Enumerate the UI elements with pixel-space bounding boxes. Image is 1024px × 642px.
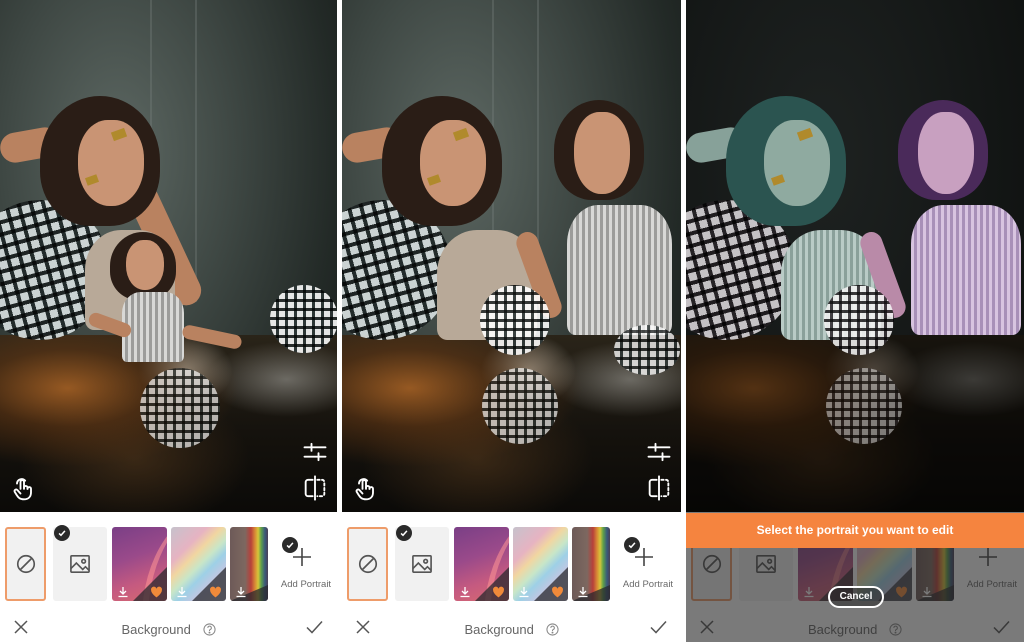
toolbar-title-group: Background — [342, 621, 681, 637]
toolbar-title-group: Background — [0, 621, 337, 637]
image-icon — [70, 555, 90, 573]
adjust-sliders-icon[interactable] — [645, 438, 673, 466]
check-badge-icon — [396, 525, 412, 541]
download-icon — [235, 585, 247, 598]
background-option-none[interactable] — [5, 527, 46, 601]
disco-ball — [480, 285, 550, 355]
select-portrait-banner: Select the portrait you want to edit — [686, 513, 1024, 548]
help-icon[interactable] — [202, 623, 216, 636]
heart-icon — [150, 585, 163, 598]
bottom-toolbar: Background — [0, 612, 337, 642]
compare-split-icon[interactable] — [645, 474, 673, 502]
plus-icon — [632, 545, 656, 569]
touch-gesture-icon[interactable] — [10, 476, 38, 504]
disco-ball — [824, 285, 894, 355]
prohibited-icon — [358, 554, 377, 574]
disco-ball-reflection — [826, 368, 902, 444]
help-icon[interactable] — [545, 623, 559, 636]
disco-ball — [270, 285, 337, 353]
photo-canvas[interactable] — [0, 0, 337, 512]
bottom-toolbar: Background — [342, 612, 681, 642]
panel-after: Add Portrait Background — [342, 0, 681, 642]
disco-ball-reflection — [482, 368, 558, 444]
photo-canvas[interactable] — [686, 0, 1024, 512]
background-option-pink-rainbow[interactable] — [112, 527, 167, 601]
toolbar-title: Background — [464, 622, 534, 638]
background-option-vivid-rainbow[interactable] — [230, 527, 268, 601]
background-option-pink-rainbow[interactable] — [454, 527, 509, 601]
image-icon — [412, 555, 432, 573]
adjust-sliders-icon[interactable] — [301, 438, 329, 466]
disco-ball — [614, 325, 680, 375]
wall-panel-line — [195, 0, 197, 302]
touch-gesture-icon[interactable] — [352, 476, 380, 504]
prohibited-icon — [16, 554, 35, 574]
download-icon — [518, 585, 530, 598]
cancel-button[interactable]: Cancel — [828, 586, 884, 608]
add-portrait-label: Add Portrait — [280, 579, 332, 590]
checkmark-icon[interactable] — [650, 620, 667, 634]
download-icon — [117, 585, 129, 598]
background-option-image[interactable] — [53, 525, 107, 601]
background-option-image[interactable] — [395, 525, 449, 601]
background-option-pastel-rainbow[interactable] — [513, 527, 568, 601]
background-option-vivid-rainbow[interactable] — [572, 527, 610, 601]
heart-icon — [209, 585, 222, 598]
toolbar-title: Background — [121, 622, 191, 638]
download-icon — [176, 585, 188, 598]
checkmark-icon[interactable] — [306, 620, 323, 634]
plus-icon — [290, 545, 314, 569]
photo-canvas[interactable] — [342, 0, 681, 512]
download-icon — [577, 585, 589, 598]
panel-before: Add Portrait Background — [0, 0, 337, 642]
download-icon — [459, 585, 471, 598]
heart-icon — [551, 585, 564, 598]
background-option-none[interactable] — [347, 527, 388, 601]
check-badge-icon — [54, 525, 70, 541]
background-thumbnails: Add Portrait — [342, 525, 681, 603]
compare-split-icon[interactable] — [301, 474, 329, 502]
heart-icon — [492, 585, 505, 598]
add-portrait-label: Add Portrait — [622, 579, 674, 590]
background-option-pastel-rainbow[interactable] — [171, 527, 226, 601]
add-portrait-button[interactable]: Add Portrait — [616, 527, 676, 601]
background-thumbnails: Add Portrait — [0, 525, 337, 603]
add-portrait-button[interactable]: Add Portrait — [274, 527, 334, 601]
disco-ball-reflection — [140, 368, 220, 448]
panel-select-portrait: Add Portrait Background Select the portr… — [686, 0, 1024, 642]
